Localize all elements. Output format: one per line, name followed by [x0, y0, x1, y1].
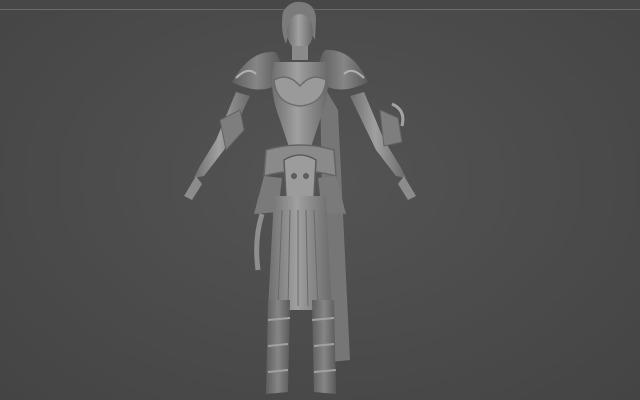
left-arm	[194, 92, 250, 178]
head	[287, 14, 313, 50]
right-bracer	[379, 109, 403, 147]
sculpt-model[interactable]	[170, 0, 430, 400]
sculpt-model-silhouette	[184, 1, 416, 394]
3d-viewport[interactable]	[0, 0, 640, 400]
neck	[292, 46, 308, 60]
right-boot	[312, 300, 336, 394]
right-hand	[398, 176, 416, 200]
left-boot	[266, 300, 290, 394]
left-hand	[184, 176, 202, 200]
hip-chain	[254, 213, 265, 271]
skirt	[268, 196, 332, 310]
